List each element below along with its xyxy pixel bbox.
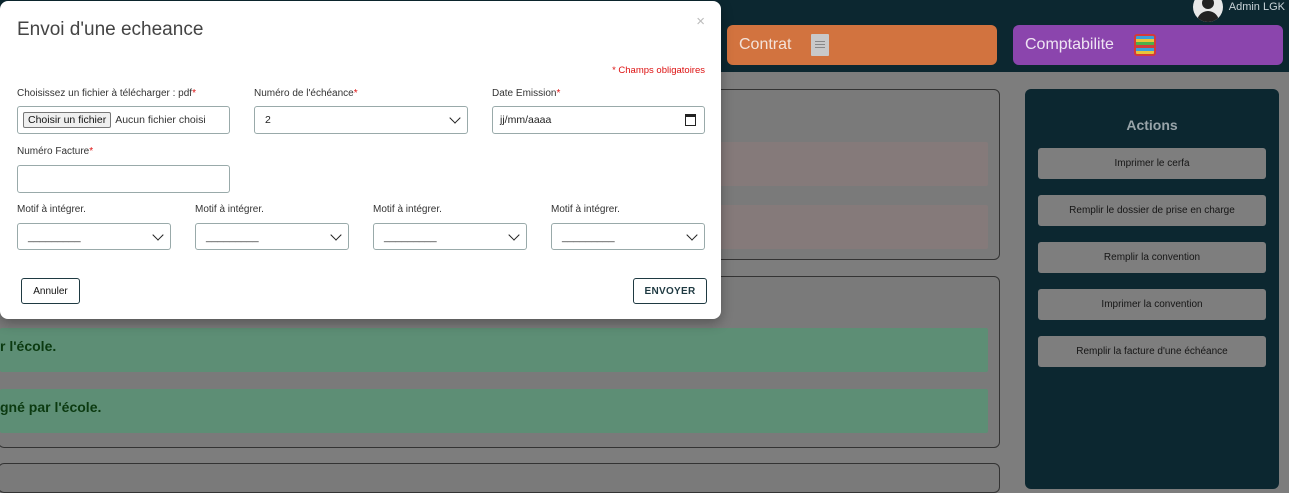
motif-select-2[interactable]: _________ — [195, 223, 349, 250]
facture-input[interactable] — [17, 165, 230, 193]
nav-tile-comptabilite[interactable]: Comptabilite — [1013, 25, 1283, 65]
chevron-down-icon — [449, 112, 461, 124]
motif-select-3[interactable]: _________ — [373, 223, 527, 250]
calendar-icon[interactable] — [685, 114, 696, 126]
echeance-modal: Envoi d'une echeance × * Champs obligato… — [0, 1, 721, 319]
date-placeholder: jj/mm/aaaa — [500, 114, 552, 126]
choose-file-button[interactable]: Choisir un fichier — [23, 112, 112, 128]
status-band-text: r l'école. — [0, 338, 57, 354]
submit-button[interactable]: ENVOYER — [633, 278, 707, 304]
date-input[interactable]: jj/mm/aaaa — [492, 106, 705, 134]
motif-value: _________ — [206, 230, 259, 243]
motif-label: Motif à intégrer. — [373, 204, 442, 215]
modal-title: Envoi d'une echeance — [17, 19, 204, 40]
motif-label: Motif à intégrer. — [551, 204, 620, 215]
close-icon[interactable]: × — [696, 13, 705, 30]
avatar-icon — [1192, 0, 1223, 22]
file-input[interactable]: Choisir un fichier Aucun fichier choisi — [17, 106, 230, 134]
status-panel-3 — [0, 463, 1000, 493]
chevron-down-icon — [152, 228, 164, 241]
status-band-text: gné par l'école. — [0, 399, 102, 415]
motif-value: _________ — [562, 230, 615, 243]
fill-facture-button[interactable]: Remplir la facture d'une échéance — [1038, 336, 1266, 367]
status-band: gné par l'école. — [0, 389, 988, 433]
facture-label: Numéro Facture* — [17, 146, 94, 157]
fill-convention-button[interactable]: Remplir la convention — [1038, 242, 1266, 273]
required-fields-note: * Champs obligatoires — [612, 65, 705, 76]
echeance-select[interactable]: 2 — [254, 106, 468, 134]
fill-prise-en-charge-button[interactable]: Remplir le dossier de prise en charge — [1038, 195, 1266, 226]
chevron-down-icon — [686, 228, 698, 241]
motif-select-4[interactable]: _________ — [551, 223, 705, 250]
motif-value: _________ — [384, 230, 437, 243]
nav-tile-comptabilite-label: Comptabilite — [1025, 36, 1114, 53]
nav-tile-contrat[interactable]: Contrat — [727, 25, 997, 65]
chevron-down-icon — [330, 228, 342, 241]
print-convention-button[interactable]: Imprimer la convention — [1038, 289, 1266, 320]
date-label: Date Emission* — [492, 88, 561, 99]
nav-tile-contrat-label: Contrat — [739, 36, 792, 53]
document-icon — [811, 34, 830, 56]
echeance-label: Numéro de l'échéance* — [254, 88, 358, 99]
user-name: Admin LGK — [1228, 1, 1285, 13]
chevron-down-icon — [508, 228, 520, 241]
motif-value: _________ — [28, 230, 81, 243]
cancel-button[interactable]: Annuler — [21, 278, 80, 304]
file-status: Aucun fichier choisi — [115, 114, 206, 126]
user-menu[interactable]: Admin LGK — [1192, 0, 1285, 22]
print-cerfa-button[interactable]: Imprimer le cerfa — [1038, 148, 1266, 179]
motif-label: Motif à intégrer. — [17, 204, 86, 215]
ledger-icon — [1133, 34, 1156, 56]
motif-label: Motif à intégrer. — [195, 204, 264, 215]
sidebar-title: Actions — [1126, 117, 1178, 133]
file-label: Choisissez un fichier à télécharger : pd… — [17, 88, 196, 99]
motif-select-1[interactable]: _________ — [17, 223, 171, 250]
actions-sidebar: Actions Imprimer le cerfa Remplir le dos… — [1025, 89, 1279, 489]
status-band: r l'école. — [0, 328, 988, 372]
echeance-value: 2 — [265, 114, 271, 126]
